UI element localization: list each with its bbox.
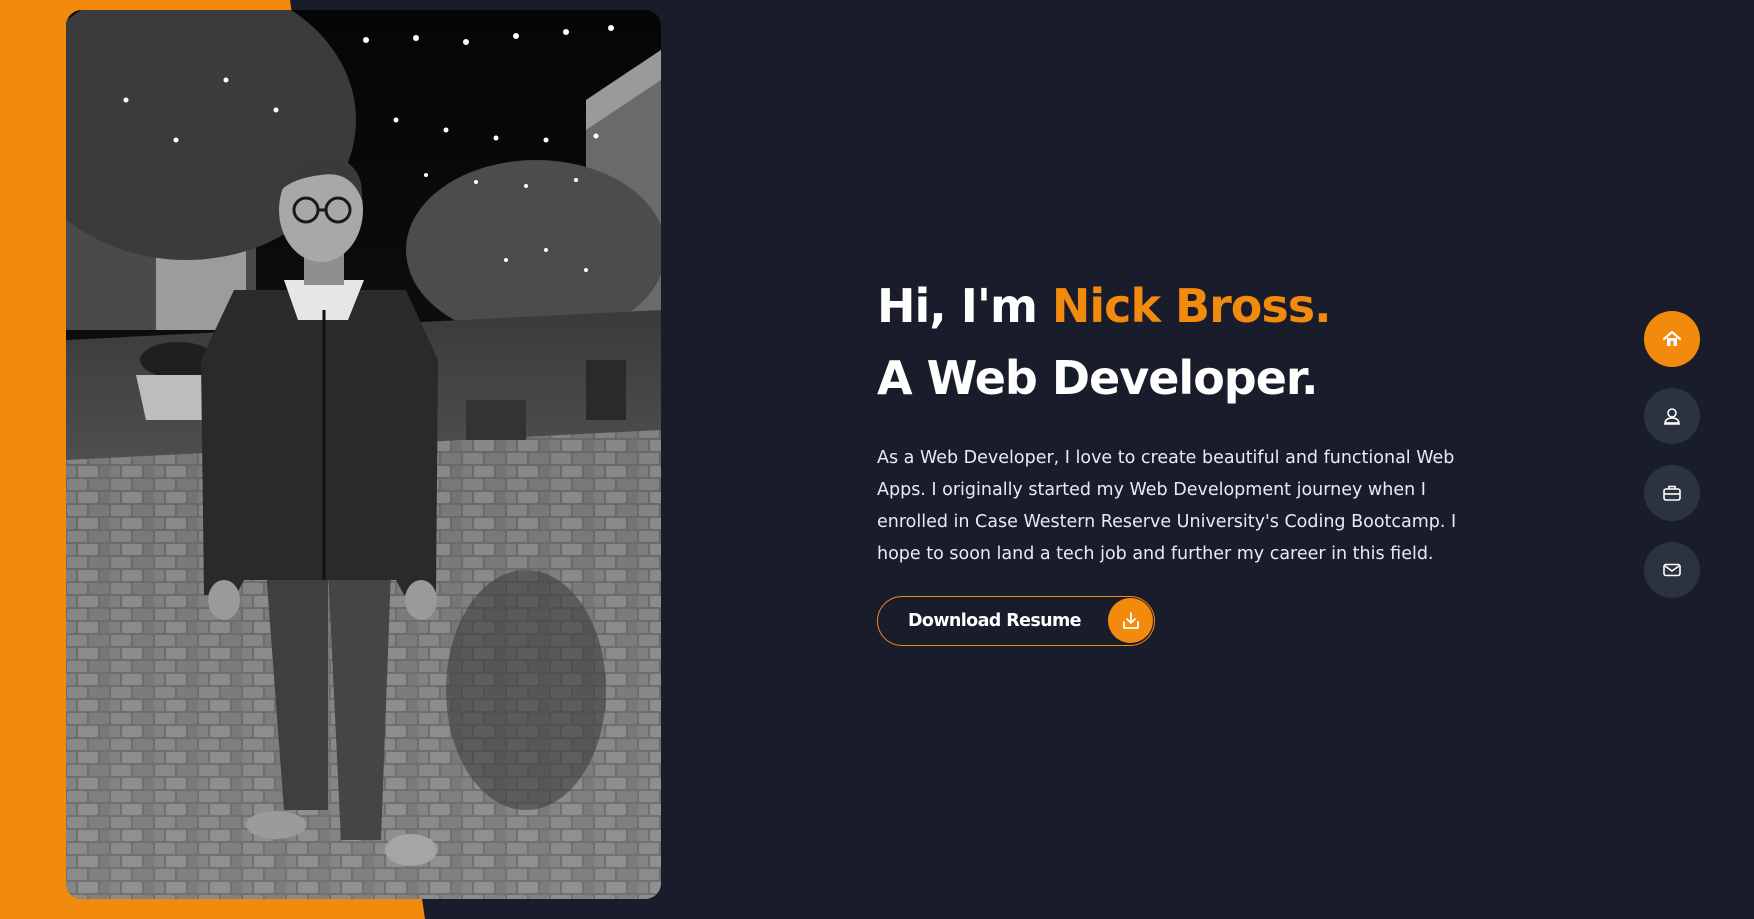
hero-heading: Hi, I'm Nick Bross. (877, 270, 1497, 342)
hero-description: As a Web Developer, I love to create bea… (877, 448, 1457, 564)
greeting-prefix: Hi, I'm (877, 279, 1052, 333)
hero-content: Hi, I'm Nick Bross. A Web Developer. As … (877, 270, 1497, 646)
nav-home-button[interactable] (1644, 311, 1700, 367)
download-resume-label: Download Resume (908, 611, 1082, 631)
briefcase-icon (1663, 485, 1681, 501)
download-icon (1108, 598, 1153, 643)
nav-contact-button[interactable] (1644, 542, 1700, 598)
nav-about-button[interactable] (1644, 388, 1700, 444)
download-resume-button[interactable]: Download Resume (877, 596, 1155, 646)
hero-role: A Web Developer. (877, 351, 1319, 405)
home-icon (1662, 330, 1682, 346)
hero-name: Nick Bross. (1051, 279, 1332, 333)
person-icon (1664, 408, 1680, 425)
portfolio-home: Hi, I'm Nick Bross. A Web Developer. As … (0, 0, 1754, 919)
nav-portfolio-button[interactable] (1644, 465, 1700, 521)
side-navigation (1644, 311, 1700, 619)
profile-photo (66, 10, 661, 899)
envelope-icon (1663, 563, 1681, 577)
